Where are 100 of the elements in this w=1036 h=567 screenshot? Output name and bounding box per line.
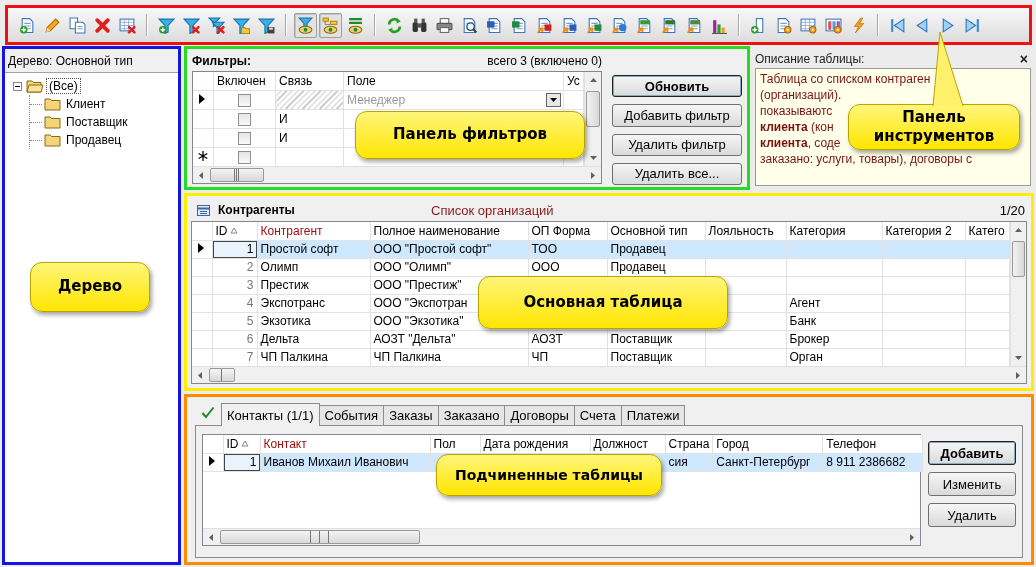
collapse-icon[interactable] (13, 81, 22, 91)
column-header[interactable]: Категория (786, 222, 882, 240)
column-header[interactable]: Полное наименование (370, 222, 528, 240)
column-header[interactable]: Город (712, 435, 823, 453)
description-line: клиента, соде (760, 135, 841, 151)
scrollbar-thumb[interactable] (586, 91, 600, 127)
lines-eye-icon (347, 16, 364, 34)
new-row-icon (198, 150, 208, 161)
document-gear-icon (775, 16, 792, 34)
checkbox[interactable] (238, 131, 251, 145)
tab[interactable]: Счета (573, 405, 622, 425)
tab[interactable]: Заказано (437, 405, 506, 425)
delete-button[interactable]: Удалить (928, 503, 1016, 527)
funnel-cross-icon (183, 16, 200, 34)
horizontal-scrollbar[interactable] (193, 166, 601, 183)
column-header[interactable]: Катего (965, 222, 1009, 240)
delete-filter-button[interactable]: Удалить фильтр (612, 133, 742, 156)
tab[interactable]: Договоры (504, 405, 575, 425)
table-cell: Экспотранс (257, 294, 370, 312)
table-icon (197, 204, 210, 216)
scrollbar-thumb[interactable] (1011, 241, 1025, 277)
panel-title: Дерево: Основной тип (7, 53, 134, 70)
panel-title: Фильтры: (192, 54, 251, 68)
column-header[interactable]: ID (212, 222, 257, 240)
sort-arrow-icon (229, 226, 238, 234)
close-button[interactable]: × (1016, 51, 1031, 67)
column-header[interactable]: Поле (343, 72, 564, 90)
callout: Панель фильтров (355, 111, 585, 159)
vertical-scrollbar[interactable] (584, 72, 601, 166)
table-cell: Брокер (786, 330, 882, 348)
binoculars-icon (411, 16, 428, 34)
delete-all-button[interactable]: Удалить все... (612, 162, 742, 185)
column-header[interactable]: Телефон (822, 435, 923, 453)
column-header[interactable]: Ус (563, 72, 584, 90)
column-header[interactable]: Категория 2 (882, 222, 965, 240)
column-header[interactable]: ОП Форма (528, 222, 607, 240)
scrollbar-thumb[interactable] (209, 368, 235, 382)
column-header[interactable]: Основной тип (607, 222, 705, 240)
table-gear-icon (800, 16, 817, 34)
add-filter-button[interactable]: Добавить фильтр (612, 104, 742, 127)
scrollbar-thumb[interactable] (220, 530, 420, 544)
table-cell: 2 (212, 258, 257, 276)
record-counter: 1/20 (999, 202, 1026, 218)
folder-icon (44, 115, 61, 129)
horizontal-scrollbar[interactable] (192, 366, 1026, 383)
document-magnifier-icon (461, 16, 478, 34)
dropdown-button[interactable] (546, 92, 561, 107)
table-cell: АОЗТ "Дельта" (370, 330, 528, 348)
add-button[interactable]: Добавить (928, 441, 1016, 465)
last-record-icon (964, 16, 981, 34)
column-header[interactable]: Лояльность (705, 222, 786, 240)
table-cell: И (275, 128, 344, 147)
checkbox[interactable] (238, 150, 251, 164)
column-header[interactable]: Включен (213, 72, 276, 90)
callout: Дерево (30, 262, 150, 312)
document-export-icon (586, 16, 603, 34)
table-cell: Экзотика (257, 312, 370, 330)
scrollbar-thumb[interactable] (210, 168, 264, 182)
column-header[interactable]: Пол (430, 435, 480, 453)
document-plus-icon (19, 16, 36, 34)
columns-gear-icon (825, 16, 842, 34)
table-caption: Список организаций (431, 202, 555, 218)
caret-icon (550, 97, 557, 102)
document-badge-icon (486, 16, 503, 34)
description-line: заказано: услуги, товары), договоры с (760, 151, 972, 167)
column-header[interactable]: Контрагент (257, 222, 370, 240)
checkbox[interactable] (238, 112, 251, 126)
tab[interactable]: Контакты (1/1) (221, 403, 320, 426)
table-title: Контрагенты (218, 203, 295, 217)
table-cell: Престиж (257, 276, 370, 294)
horizontal-scrollbar[interactable] (203, 528, 920, 545)
table-cross-icon (119, 16, 136, 34)
table-row[interactable]: 1 Простой софт ООО "Простой софт" ТОО Продавец (192, 240, 1009, 258)
tab[interactable]: Заказы (383, 405, 439, 425)
edit-button[interactable]: Изменить (928, 472, 1016, 496)
column-header[interactable]: ID (223, 435, 260, 453)
table-cell: Поставщик (607, 330, 705, 348)
tab[interactable]: Платежи (620, 405, 686, 425)
first-record-icon (889, 16, 906, 34)
callout: Основная таблица (478, 276, 728, 329)
column-header[interactable]: Должност (590, 435, 665, 453)
refresh-button[interactable]: Обновить (612, 75, 742, 98)
cross-icon (94, 16, 111, 34)
table-row[interactable]: 6 Дельта АОЗТ "Дельта" АОЗТ Поставщик Брокер (192, 330, 1009, 348)
current-row-icon (208, 456, 216, 466)
tab[interactable]: События (318, 405, 385, 425)
tree-item[interactable]: Клиент (63, 96, 109, 112)
tree-item[interactable]: Продавец (63, 132, 125, 148)
column-header[interactable]: Связь (275, 72, 344, 90)
document-export-icon (536, 16, 553, 34)
callout: Панель инструментов (848, 104, 1020, 150)
tree-item[interactable]: Поставщик (63, 114, 131, 130)
table-cell: Агент (786, 294, 882, 312)
column-header[interactable]: Дата рождения (480, 435, 590, 453)
table-cell: Дельта (257, 330, 370, 348)
table-cell: 6 (212, 330, 257, 348)
tree-item[interactable]: (Все) (46, 78, 81, 94)
column-header[interactable]: Страна (665, 435, 713, 453)
column-header[interactable]: Контакт (260, 435, 430, 453)
table-cell: И (275, 109, 344, 128)
